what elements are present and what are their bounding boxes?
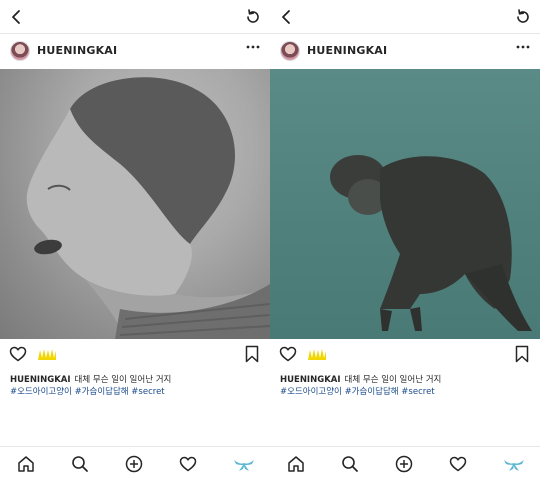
- home-icon: [18, 456, 34, 472]
- more-options-button[interactable]: [516, 44, 530, 50]
- nav-search[interactable]: [71, 455, 89, 473]
- nav-profile[interactable]: [233, 455, 255, 473]
- add-icon: [395, 455, 413, 473]
- heart-icon: [9, 346, 27, 362]
- post-caption: HUENINGKAI 대체 무슨 일이 일어난 거지 #오드아이고양이 #가슴이답…: [10, 374, 265, 398]
- more-options-button[interactable]: [246, 44, 260, 50]
- chevron-left-icon: [282, 10, 290, 24]
- nav-activity[interactable]: [179, 455, 197, 473]
- save-button[interactable]: [514, 345, 530, 363]
- top-bar: [0, 0, 270, 34]
- back-button[interactable]: [8, 8, 26, 26]
- activity-heart-icon: [179, 456, 197, 472]
- post-username[interactable]: HUENINGKAI: [37, 44, 117, 57]
- nav-search[interactable]: [341, 455, 359, 473]
- nav-home[interactable]: [17, 455, 35, 473]
- save-button[interactable]: [244, 345, 260, 363]
- refresh-icon: [247, 9, 259, 23]
- photo-image: [330, 155, 532, 331]
- sticker-icon: [307, 347, 327, 361]
- more-horizontal-icon: [246, 45, 260, 49]
- post-photo[interactable]: [0, 69, 270, 339]
- nav-add[interactable]: [395, 455, 413, 473]
- bookmark-icon: [515, 345, 529, 363]
- sticker-icon: [37, 347, 57, 361]
- caption-username[interactable]: HUENINGKAI: [10, 375, 71, 385]
- photo-image: [26, 77, 270, 339]
- nav-add[interactable]: [125, 455, 143, 473]
- post-header: HUENINGKAI: [270, 34, 540, 69]
- post-screen-left: HUENINGKAI HUENINGKAI 대체 무슨 일이 일어난 거지 #오…: [0, 0, 270, 480]
- avatar[interactable]: [280, 41, 300, 61]
- post-header: HUENINGKAI: [0, 34, 270, 69]
- post-caption: HUENINGKAI 대체 무슨 일이 일어난 거지 #오드아이고양이 #가슴이답…: [280, 374, 535, 398]
- bookmark-icon: [245, 345, 259, 363]
- app-screens: HUENINGKAI HUENINGKAI 대체 무슨 일이 일어난 거지 #오…: [0, 0, 540, 480]
- nav-activity[interactable]: [449, 455, 467, 473]
- profile-icon: [504, 460, 524, 471]
- post-photo[interactable]: [270, 69, 540, 339]
- refresh-icon: [517, 9, 529, 23]
- search-icon: [72, 456, 88, 472]
- profile-icon: [234, 460, 254, 471]
- home-icon: [288, 456, 304, 472]
- heart-icon: [279, 346, 297, 362]
- like-button[interactable]: [279, 345, 297, 363]
- bottom-navigation: [270, 446, 540, 480]
- back-button[interactable]: [278, 8, 296, 26]
- bottom-navigation: [0, 446, 270, 480]
- caption-username[interactable]: HUENINGKAI: [280, 375, 341, 385]
- caption-text: 대체 무슨 일이 일어난 거지: [344, 375, 442, 385]
- more-horizontal-icon: [516, 45, 530, 49]
- search-icon: [342, 456, 358, 472]
- refresh-button[interactable]: [514, 8, 532, 26]
- top-bar: [270, 0, 540, 34]
- nav-profile[interactable]: [503, 455, 525, 473]
- refresh-button[interactable]: [244, 8, 262, 26]
- hashtags[interactable]: #오드아이고양이 #가슴이답답해 #secret: [280, 386, 535, 398]
- post-screen-right: HUENINGKAI HUENINGKAI 대체 무슨 일이 일어난 거지 #오…: [270, 0, 540, 480]
- caption-text: 대체 무슨 일이 일어난 거지: [74, 375, 172, 385]
- add-icon: [125, 455, 143, 473]
- nav-home[interactable]: [287, 455, 305, 473]
- post-actions: [270, 339, 540, 369]
- post-username[interactable]: HUENINGKAI: [307, 44, 387, 57]
- hashtags[interactable]: #오드아이고양이 #가슴이답답해 #secret: [10, 386, 265, 398]
- chevron-left-icon: [12, 10, 20, 24]
- avatar[interactable]: [10, 41, 30, 61]
- activity-heart-icon: [449, 456, 467, 472]
- like-button[interactable]: [9, 345, 27, 363]
- post-actions: [0, 339, 270, 369]
